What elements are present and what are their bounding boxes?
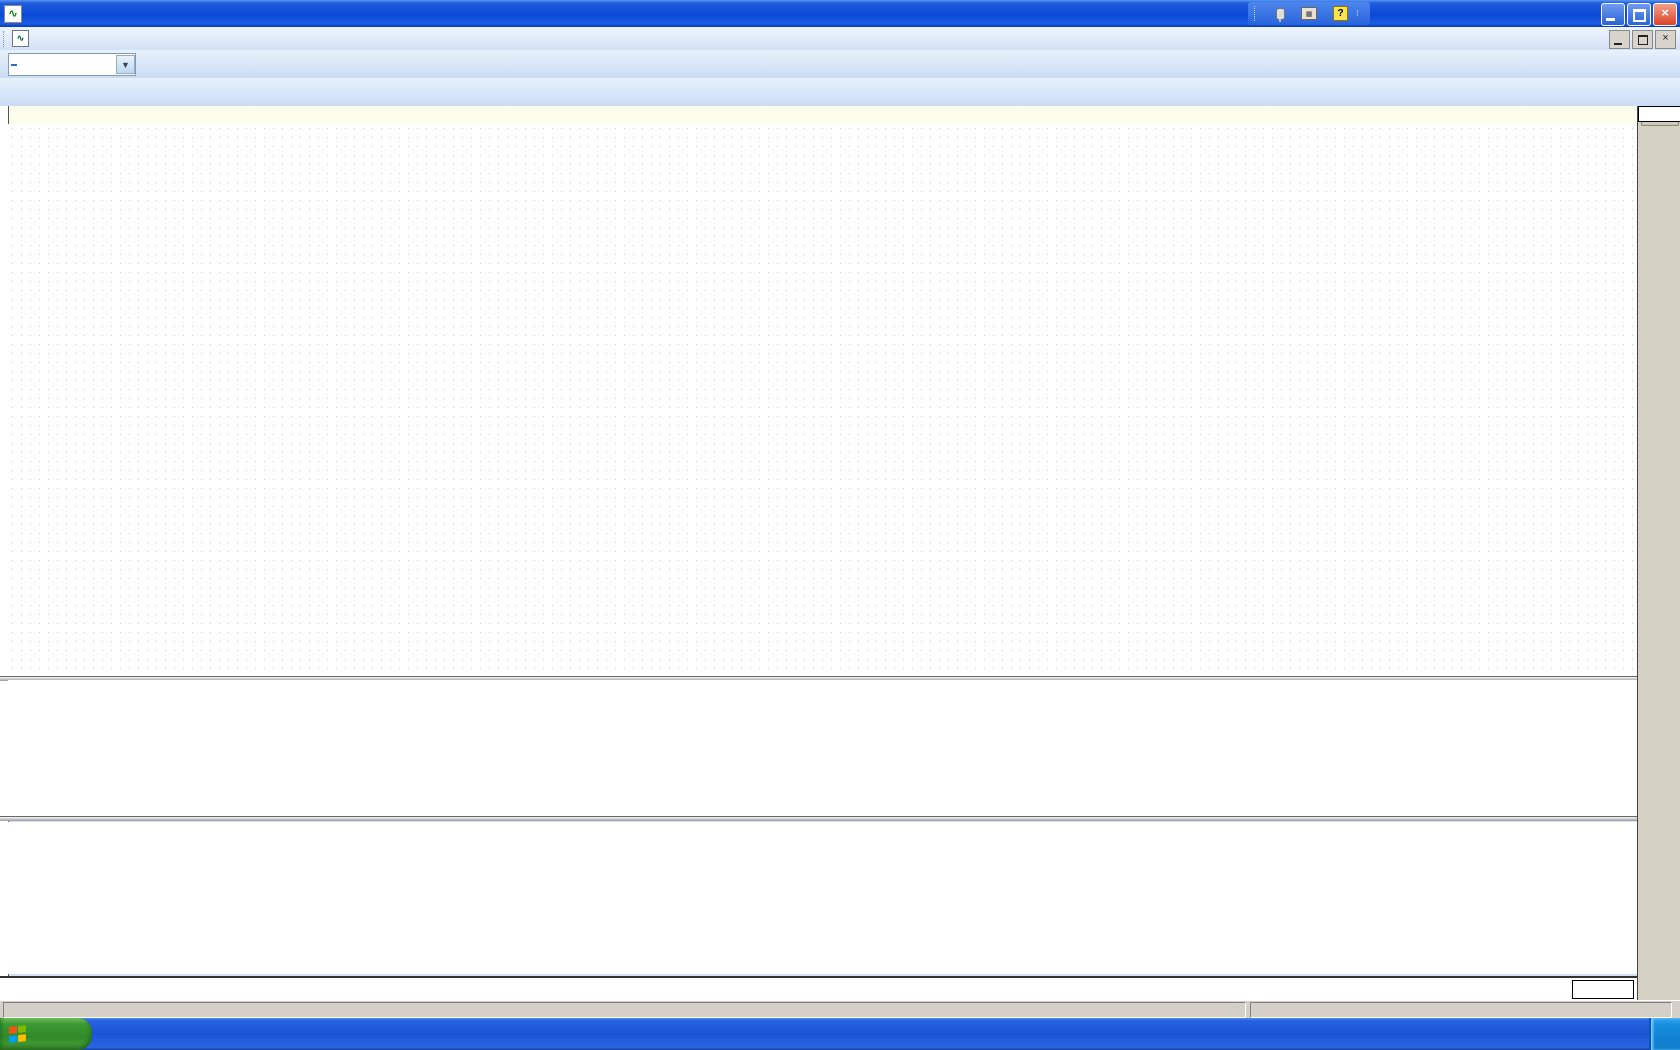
combo-dropdown-icon[interactable]: ▼ bbox=[116, 55, 135, 74]
stoch-current-tag bbox=[1638, 106, 1680, 122]
main-toolbar: ▼ bbox=[0, 50, 1680, 79]
windows-flag-icon bbox=[9, 1025, 27, 1043]
price-scale[interactable]: Ψ bbox=[1637, 106, 1680, 1000]
language-tools-button[interactable]: ▦ bbox=[1301, 7, 1321, 20]
windows-taskbar bbox=[0, 1018, 1680, 1050]
language-bar-options[interactable]: ⁝ bbox=[1356, 8, 1360, 19]
keyboard-icon: ▦ bbox=[1301, 7, 1317, 20]
app-icon: ∿ bbox=[4, 5, 22, 23]
symbol-combobox[interactable]: ▼ bbox=[8, 53, 136, 76]
stoch-rsi-panel[interactable] bbox=[8, 822, 1637, 974]
language-bar-grip[interactable] bbox=[1254, 6, 1258, 21]
price-chart-panel[interactable] bbox=[8, 124, 1637, 676]
start-button[interactable] bbox=[0, 1018, 92, 1050]
mdi-restore-button[interactable] bbox=[1632, 30, 1653, 49]
mdi-minimize-button[interactable] bbox=[1609, 30, 1630, 49]
menu-bar: ∿ bbox=[0, 27, 1680, 51]
chart-info-bar bbox=[0, 106, 1680, 125]
studies-toolbar bbox=[0, 78, 1680, 107]
mdi-close-button[interactable]: × bbox=[1655, 30, 1676, 49]
microphone-icon bbox=[1276, 8, 1285, 20]
microphone-button[interactable] bbox=[1276, 8, 1289, 20]
axis-end-date bbox=[1572, 980, 1634, 999]
system-tray bbox=[1649, 1018, 1680, 1050]
minimize-button[interactable] bbox=[1601, 3, 1625, 26]
status-page-label bbox=[1250, 1002, 1672, 1018]
time-axis[interactable] bbox=[0, 976, 1680, 1002]
language-bar[interactable]: ▦ ? ⁝ bbox=[1248, 2, 1370, 25]
bar-count-label bbox=[1637, 976, 1680, 1000]
chart-document-icon[interactable]: ∿ bbox=[12, 30, 29, 47]
title-bar[interactable]: ∿ ▦ ? ⁝ × bbox=[0, 0, 1680, 27]
panel-splitter-2[interactable] bbox=[0, 816, 1680, 821]
volume-panel[interactable] bbox=[8, 680, 1637, 816]
advanced-get-application: ∿ ▦ ? ⁝ × ∿ × ▼ bbox=[0, 0, 1680, 1050]
language-help-icon[interactable]: ? bbox=[1333, 6, 1348, 21]
status-bar bbox=[0, 1000, 1680, 1019]
status-main-cell bbox=[3, 1002, 1246, 1018]
restore-button[interactable] bbox=[1627, 3, 1651, 26]
menu-grip[interactable] bbox=[3, 31, 8, 47]
close-button[interactable]: × bbox=[1653, 3, 1677, 26]
symbol-value bbox=[11, 64, 17, 66]
